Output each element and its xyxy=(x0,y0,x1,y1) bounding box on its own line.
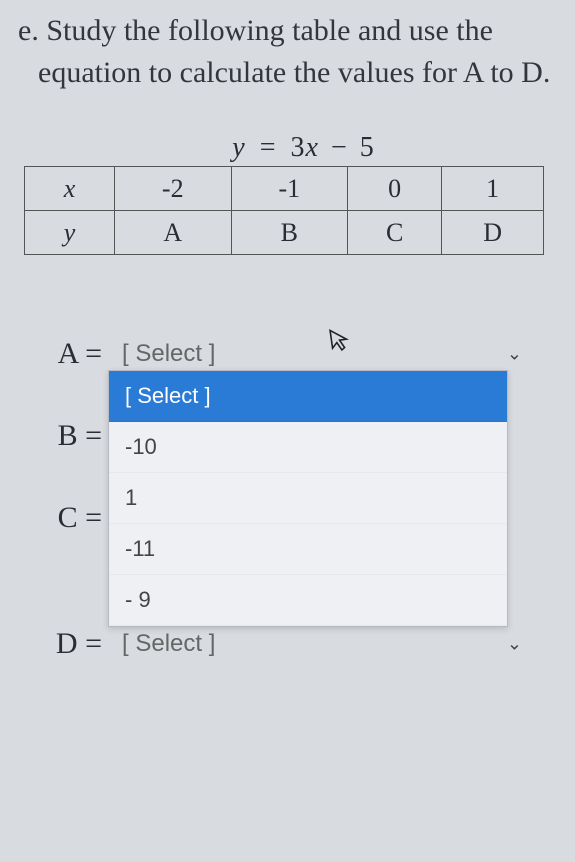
x-cell: -2 xyxy=(115,167,232,211)
answers-area: A = [ Select ] ⌄ [ Select ] -10 1 -11 - … xyxy=(0,315,567,683)
eq-const: 5 xyxy=(360,132,375,163)
eq-rhs-var: x xyxy=(306,132,319,163)
answer-label-d: D = xyxy=(30,627,108,661)
row-x-label: x xyxy=(25,167,115,211)
answer-label-c: C = xyxy=(30,501,108,535)
select-d[interactable]: [ Select ] ⌄ xyxy=(108,620,538,668)
eq-op: − xyxy=(331,132,348,163)
dropdown-option[interactable]: -11 xyxy=(109,524,507,575)
chevron-down-icon: ⌄ xyxy=(507,634,522,655)
dropdown-option-placeholder[interactable]: [ Select ] xyxy=(109,371,507,422)
question-text: e. Study the following table and use the… xyxy=(20,10,567,94)
eq-coef: 3 xyxy=(291,132,306,163)
answer-label-a: A = xyxy=(30,337,108,371)
eq-lhs: y xyxy=(232,132,245,163)
table-row: x -2 -1 0 1 xyxy=(25,167,544,211)
x-cell: 0 xyxy=(348,167,442,211)
dropdown-option[interactable]: -10 xyxy=(109,422,507,473)
eq-equals: = xyxy=(260,132,277,163)
x-cell: -1 xyxy=(231,167,348,211)
data-table: x -2 -1 0 1 y A B C D xyxy=(24,166,544,255)
select-a-value: [ Select ] xyxy=(122,340,215,368)
select-d-value: [ Select ] xyxy=(122,630,215,658)
y-cell: D xyxy=(442,211,544,255)
question-marker: e. xyxy=(18,14,39,47)
dropdown-option[interactable]: 1 xyxy=(109,473,507,524)
equation: y = 3x − 5 xyxy=(0,132,567,164)
x-cell: 1 xyxy=(442,167,544,211)
y-cell: A xyxy=(115,211,232,255)
select-a-dropdown[interactable]: [ Select ] -10 1 -11 - 9 xyxy=(108,370,508,627)
answer-label-b: B = xyxy=(30,419,108,453)
chevron-down-icon: ⌄ xyxy=(507,344,522,365)
row-y-label: y xyxy=(25,211,115,255)
dropdown-option[interactable]: - 9 xyxy=(109,575,507,626)
y-cell: C xyxy=(348,211,442,255)
table-row: y A B C D xyxy=(25,211,544,255)
question-body: Study the following table and use the eq… xyxy=(38,14,550,89)
y-cell: B xyxy=(231,211,348,255)
cursor-icon xyxy=(328,326,354,362)
